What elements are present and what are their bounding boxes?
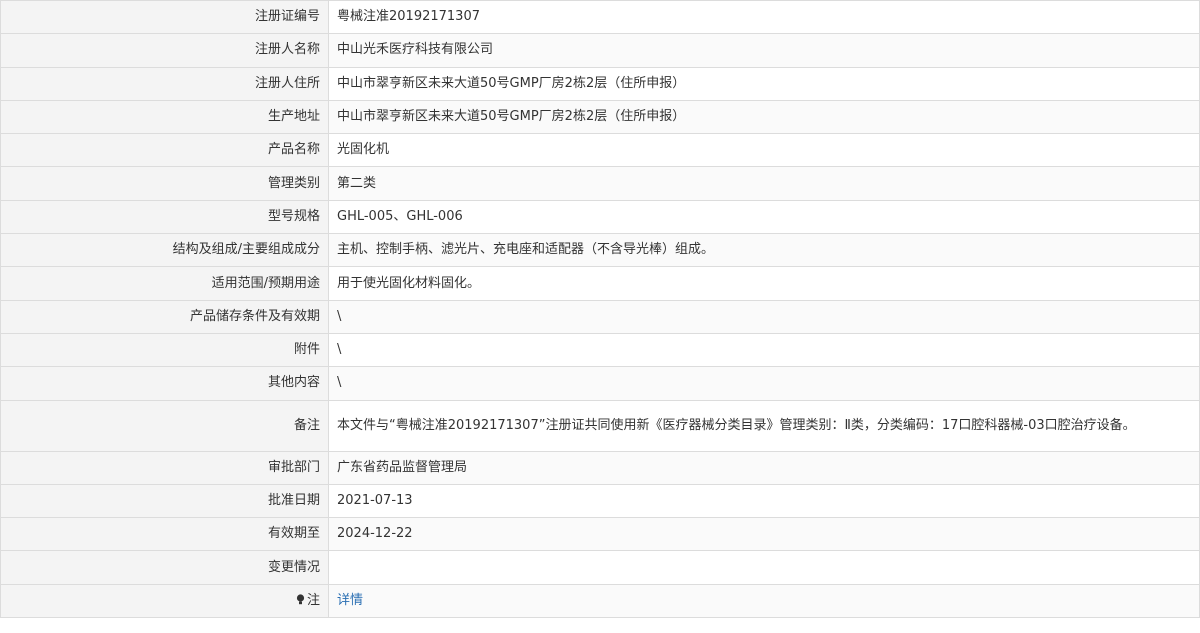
label-other-content: 其他内容 [0, 366, 329, 401]
row-note: 注 详情 [0, 583, 1200, 619]
row-other-content: 其他内容 \ [0, 366, 1200, 401]
label-valid-until: 有效期至 [0, 517, 329, 552]
value-intended-use: 用于使光固化材料固化。 [328, 266, 1200, 301]
label-attachments: 附件 [0, 332, 329, 368]
label-approval-department: 审批部门 [0, 450, 329, 485]
label-change-status: 变更情况 [0, 550, 329, 585]
row-change-status: 变更情况 [0, 550, 1200, 585]
row-approval-department: 审批部门 广东省药品监督管理局 [0, 450, 1200, 485]
row-approval-date: 批准日期 2021-07-13 [0, 483, 1200, 519]
note-label: 注 [306, 592, 320, 608]
label-registration-number: 注册证编号 [0, 0, 329, 35]
value-model-spec: GHL-005、GHL-006 [328, 199, 1200, 235]
label-product-name: 产品名称 [0, 133, 329, 168]
row-registrant-name: 注册人名称 中山光禾医疗科技有限公司 [0, 33, 1200, 68]
row-model-spec: 型号规格 GHL-005、GHL-006 [0, 199, 1200, 235]
registration-detail-table: 注册证编号 粤械注准20192171307 注册人名称 中山光禾医疗科技有限公司… [0, 0, 1200, 619]
row-remarks: 备注 本文件与“粤械注准20192171307”注册证共同使用新《医疗器械分类目… [0, 399, 1200, 452]
row-intended-use: 适用范围/预期用途 用于使光固化材料固化。 [0, 266, 1200, 301]
label-registrant-address: 注册人住所 [0, 66, 329, 101]
value-change-status [328, 550, 1200, 585]
row-registration-number: 注册证编号 粤械注准20192171307 [0, 0, 1200, 35]
label-registrant-name: 注册人名称 [0, 33, 329, 68]
value-production-address: 中山市翠亨新区未来大道50号GMP厂房2栋2层（住所申报） [328, 99, 1200, 135]
row-management-class: 管理类别 第二类 [0, 166, 1200, 201]
value-structure-composition: 主机、控制手柄、滤光片、充电座和适配器（不含导光棒）组成。 [328, 233, 1200, 268]
label-note: 注 [0, 583, 329, 619]
value-management-class: 第二类 [328, 166, 1200, 201]
value-other-content: \ [328, 366, 1200, 401]
row-registrant-address: 注册人住所 中山市翠亨新区未来大道50号GMP厂房2栋2层（住所申报） [0, 66, 1200, 101]
value-registration-number: 粤械注准20192171307 [328, 0, 1200, 35]
value-registrant-address: 中山市翠亨新区未来大道50号GMP厂房2栋2层（住所申报） [328, 66, 1200, 101]
value-valid-until: 2024-12-22 [328, 517, 1200, 552]
label-production-address: 生产地址 [0, 99, 329, 135]
label-management-class: 管理类别 [0, 166, 329, 201]
label-remarks: 备注 [0, 399, 329, 452]
value-registrant-name: 中山光禾医疗科技有限公司 [328, 33, 1200, 68]
value-product-name: 光固化机 [328, 133, 1200, 168]
row-product-name: 产品名称 光固化机 [0, 133, 1200, 168]
row-storage-validity: 产品储存条件及有效期 \ [0, 299, 1200, 334]
value-storage-validity: \ [328, 299, 1200, 334]
label-intended-use: 适用范围/预期用途 [0, 266, 329, 301]
label-structure-composition: 结构及组成/主要组成成分 [0, 233, 329, 268]
value-approval-department: 广东省药品监督管理局 [328, 450, 1200, 485]
label-storage-validity: 产品储存条件及有效期 [0, 299, 329, 334]
details-link[interactable]: 详情 [337, 593, 363, 608]
label-model-spec: 型号规格 [0, 199, 329, 235]
row-valid-until: 有效期至 2024-12-22 [0, 517, 1200, 552]
row-attachments: 附件 \ [0, 332, 1200, 368]
value-remarks: 本文件与“粤械注准20192171307”注册证共同使用新《医疗器械分类目录》管… [328, 399, 1200, 452]
value-approval-date: 2021-07-13 [328, 483, 1200, 519]
row-production-address: 生产地址 中山市翠亨新区未来大道50号GMP厂房2栋2层（住所申报） [0, 99, 1200, 135]
label-approval-date: 批准日期 [0, 483, 329, 519]
value-attachments: \ [328, 332, 1200, 368]
bulb-icon [296, 594, 305, 605]
row-structure-composition: 结构及组成/主要组成成分 主机、控制手柄、滤光片、充电座和适配器（不含导光棒）组… [0, 233, 1200, 268]
value-note: 详情 [328, 583, 1200, 619]
